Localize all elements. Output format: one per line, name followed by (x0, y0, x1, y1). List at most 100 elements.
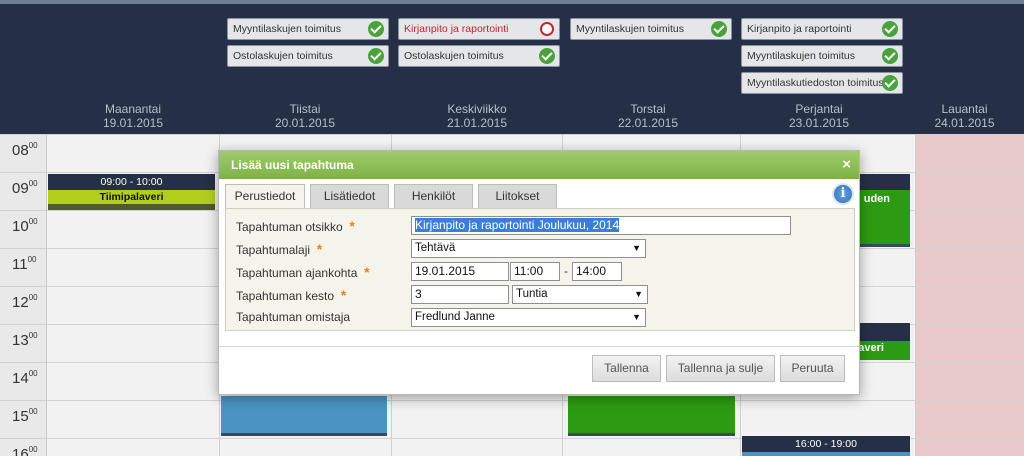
event-friday-late[interactable]: 16:00 - 19:00 (742, 436, 910, 456)
duration-input[interactable]: 3 (411, 285, 509, 304)
task-pill[interactable]: Ostolaskujen toimitus (398, 45, 560, 67)
day-date: 24.01.2015 (934, 116, 995, 130)
tab-liitokset[interactable]: Liitokset (478, 184, 557, 208)
day-date: 22.01.2015 (617, 116, 679, 130)
event-tuesday-block[interactable] (221, 396, 387, 436)
dialog-divider (219, 346, 859, 347)
day-heading-thursday: Torstai 22.01.2015 (562, 102, 734, 130)
calendar-header: Myyntilaskujen toimitus Ostolaskujen toi… (0, 0, 1024, 134)
task-column-wednesday: Myyntilaskujen toimitus (570, 18, 732, 45)
day-date: 21.01.2015 (446, 116, 508, 130)
field-label: Tapahtuman kesto * (236, 287, 347, 303)
day-date: 23.01.2015 (788, 116, 850, 130)
check-circle-icon (711, 21, 727, 37)
required-star-icon: * (340, 287, 347, 303)
day-date: 20.01.2015 (274, 116, 336, 130)
date-input[interactable]: 19.01.2015 (411, 262, 509, 281)
check-circle-icon (368, 21, 384, 37)
cancel-button[interactable]: Peruuta (780, 355, 845, 382)
check-circle-icon (882, 48, 898, 64)
task-column-tuesday: Kirjanpito ja raportointi Ostolaskujen t… (398, 18, 560, 72)
start-time-input[interactable]: 11:00 (510, 262, 560, 281)
field-label: Tapahtuman otsikko * (236, 218, 355, 234)
day-heading-friday: Perjantai 23.01.2015 (733, 102, 905, 130)
type-select[interactable]: Tehtävä ▼ (411, 239, 646, 258)
header-top-line (0, 0, 1024, 4)
day-name: Lauantai (941, 102, 988, 116)
day-heading-saturday: Lauantai 24.01.2015 (905, 102, 1024, 130)
field-label: Tapahtumalaji * (236, 241, 323, 257)
hour-label: 0900 (0, 173, 47, 211)
required-star-icon: * (316, 241, 323, 257)
basic-info-panel: Tapahtuman otsikko * Kirjanpito ja rapor… (225, 208, 855, 331)
tab-perustiedot[interactable]: Perustiedot (225, 184, 305, 209)
event-thursday-block[interactable] (568, 396, 735, 436)
hour-label: 1200 (0, 287, 47, 325)
tab-henkilot[interactable]: Henkilöt (394, 184, 473, 208)
field-row-type: Tapahtumalaji * Tehtävä ▼ (236, 239, 846, 259)
check-circle-icon (882, 21, 898, 37)
event-time: 09:00 - 10:00 (48, 174, 215, 190)
task-label: Myyntilaskujen toimitus (233, 23, 341, 35)
hour-row[interactable]: 1500 (0, 400, 1024, 439)
task-column-friday: Kirjanpito ja raportointi Myyntilaskujen… (741, 18, 903, 99)
field-label: Tapahtuman omistaja (236, 310, 351, 324)
task-label: Myyntilaskujen toimitus (576, 23, 684, 35)
day-name: Maanantai (104, 102, 162, 116)
event-bottom-bar (48, 204, 215, 210)
dialog-titlebar: Lisää uusi tapahtuma × (219, 151, 859, 179)
owner-select[interactable]: Fredlund Janne ▼ (411, 308, 646, 327)
hour-label: 1600 (0, 439, 47, 456)
dropdown-arrow-icon: ▼ (632, 243, 641, 253)
column-divider (915, 134, 916, 456)
range-separator: - (564, 264, 568, 278)
task-label: Myyntilaskutiedoston toimitus (747, 77, 884, 89)
event-time: 16:00 - 19:00 (742, 436, 910, 452)
event-tiimipalaveri[interactable]: 09:00 - 10:00 Tiimipalaveri (48, 174, 215, 210)
check-circle-icon (882, 75, 898, 91)
close-icon[interactable]: × (842, 151, 851, 179)
task-pill[interactable]: Kirjanpito ja raportointi (741, 18, 903, 40)
task-column-monday: Myyntilaskujen toimitus Ostolaskujen toi… (227, 18, 389, 72)
day-name: Keskiviikko (447, 102, 507, 116)
task-pill[interactable]: Ostolaskujen toimitus (227, 45, 389, 67)
event-strip (742, 452, 910, 456)
dropdown-arrow-icon: ▼ (634, 289, 643, 299)
day-heading-tuesday: Tiistai 20.01.2015 (219, 102, 391, 130)
task-label: Ostolaskujen toimitus (233, 50, 333, 62)
duration-unit-select[interactable]: Tuntia ▼ (512, 285, 648, 304)
task-pill[interactable]: Myyntilaskujen toimitus (741, 45, 903, 67)
field-label: Tapahtuman ajankohta * (236, 264, 370, 280)
hour-label: 1100 (0, 249, 47, 287)
day-heading-monday: Maanantai 19.01.2015 (47, 102, 219, 130)
hour-label: 1500 (0, 401, 47, 439)
task-label: Myyntilaskujen toimitus (747, 50, 855, 62)
dialog-title: Lisää uusi tapahtuma (231, 158, 354, 172)
end-time-input[interactable]: 14:00 (572, 262, 622, 281)
task-pill[interactable]: Myyntilaskujen toimitus (570, 18, 732, 40)
required-star-icon: * (349, 218, 355, 234)
check-circle-icon (368, 48, 384, 64)
event-title: uden (863, 193, 890, 205)
day-date: 19.01.2015 (102, 116, 164, 130)
field-row-time: Tapahtuman ajankohta * 19.01.2015 11:00 … (236, 262, 846, 282)
info-icon[interactable]: i (832, 183, 854, 205)
save-and-close-button[interactable]: Tallenna ja sulje (666, 355, 775, 382)
save-button[interactable]: Tallenna (592, 355, 661, 382)
title-input[interactable]: Kirjanpito ja raportointi Joulukuu, 2014 (411, 216, 791, 235)
hour-label: 1000 (0, 211, 47, 249)
add-event-dialog: Lisää uusi tapahtuma × Perustiedot Lisät… (218, 150, 860, 395)
hour-label: 0800 (0, 135, 47, 173)
pending-circle-icon (540, 22, 554, 36)
task-label: Kirjanpito ja raportointi (747, 23, 852, 35)
field-row-duration: Tapahtuman kesto * 3 Tuntia ▼ (236, 285, 846, 305)
task-pill[interactable]: Myyntilaskujen toimitus (227, 18, 389, 40)
task-pill[interactable]: Kirjanpito ja raportointi (398, 18, 560, 40)
field-row-title: Tapahtuman otsikko * Kirjanpito ja rapor… (236, 216, 846, 236)
tab-lisatiedot[interactable]: Lisätiedot (310, 184, 389, 208)
task-pill[interactable]: Myyntilaskutiedoston toimitus (741, 72, 903, 94)
day-heading-wednesday: Keskiviikko 21.01.2015 (391, 102, 563, 130)
day-name: Perjantai (795, 102, 843, 116)
day-name: Tiistai (289, 102, 321, 116)
field-row-owner: Tapahtuman omistaja Fredlund Janne ▼ (236, 308, 846, 328)
